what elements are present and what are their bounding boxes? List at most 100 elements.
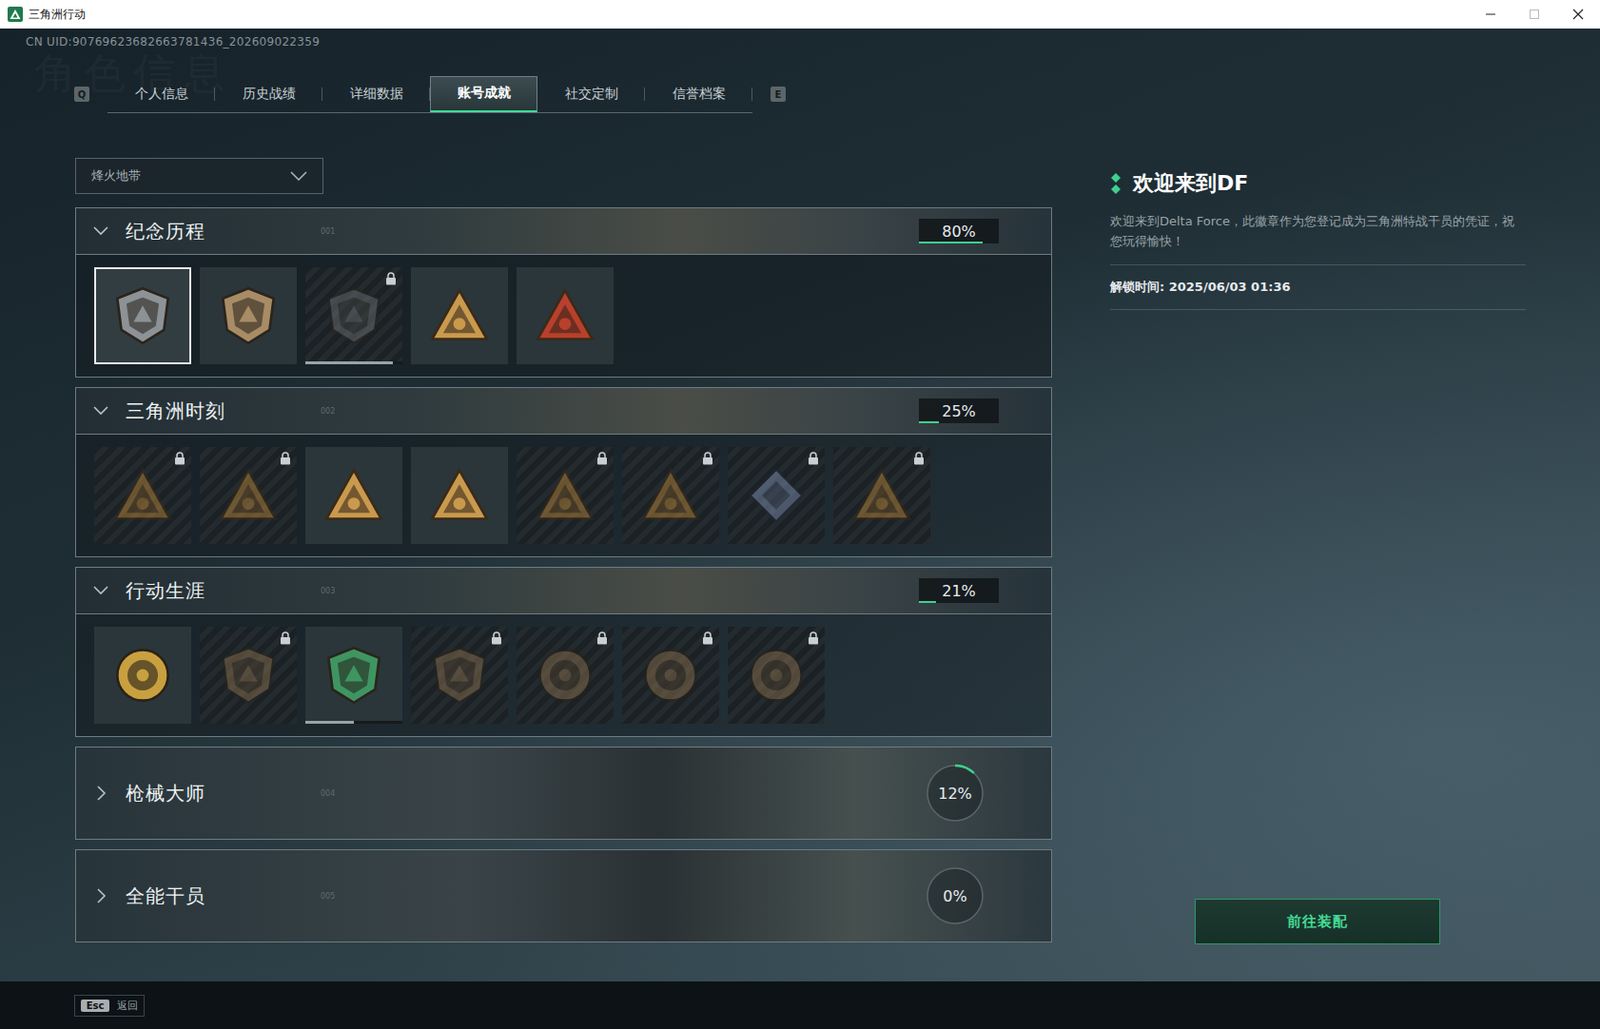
chevron-down-icon [93,585,109,596]
badge-icon [534,285,596,347]
badge-progress-bar [305,721,403,724]
maximize-icon [1528,8,1541,20]
lock-icon [807,451,820,466]
badge-icon [534,644,596,706]
tab[interactable]: 历史战绩 [214,76,323,113]
badge-tile[interactable] [727,447,825,545]
badge-grid [76,613,1052,737]
badge-icon [429,285,490,347]
section-header[interactable]: 行动生涯 003 21% [76,567,1052,614]
completion-percent: 21% [918,578,999,604]
badge-icon [534,465,596,527]
badge-tile[interactable] [622,626,720,724]
badge-tile[interactable] [94,626,192,724]
badge-tile[interactable] [305,447,403,545]
badge-icon [217,285,279,347]
section-header[interactable]: 纪念历程 001 80% [76,208,1052,254]
section-index: 003 [320,586,335,596]
next-tab-key[interactable]: E [770,86,786,102]
badge-icon [745,465,807,527]
section-index: 004 [320,789,335,799]
badge-icon [745,644,807,706]
badge-tile[interactable] [516,447,614,545]
completion-percent: 25% [918,398,999,424]
section-header[interactable]: 枪械大师 004 12% [76,747,1052,840]
badge-tile[interactable] [727,626,825,724]
badge-tile[interactable] [410,267,508,365]
minimize-button[interactable] [1468,0,1513,29]
separator [1110,309,1526,311]
maximize-button[interactable] [1512,0,1557,29]
lock-icon [702,451,714,466]
tab[interactable]: 详细数据 [322,76,430,113]
achievement-section: 行动生涯 003 21% [75,566,1053,738]
badge-tile[interactable] [199,447,297,545]
percent-text: 25% [941,402,976,421]
section-index: 002 [320,407,335,416]
percent-fill [918,241,983,244]
badge-icon [429,465,490,527]
tab[interactable]: 个人信息 [107,76,215,113]
tab[interactable]: 账号成就 [429,76,538,113]
badge-detail-panel: 欢迎来到DF 欢迎来到Delta Force，此徽章作为您登记成为三角洲特战干员… [1110,157,1526,945]
close-button[interactable] [1556,0,1600,29]
unlock-time: 解锁时间: 2025/06/03 01:36 [1110,278,1526,296]
badge-icon [851,465,913,527]
badge-tile[interactable] [305,267,403,365]
tab[interactable]: 信誉档案 [644,76,753,113]
percent-fill [918,601,937,604]
tab[interactable]: 社交定制 [537,76,645,113]
section-header[interactable]: 三角洲时刻 002 25% [76,388,1052,434]
badge-tile[interactable] [410,626,508,724]
badge-grid [76,253,1052,377]
badge-tile[interactable] [833,447,931,545]
window-title: 三角洲行动 [28,6,86,23]
badge-tile[interactable] [516,267,614,365]
back-button[interactable]: Esc 返回 [74,995,145,1017]
percent-text: 12% [937,784,973,803]
equip-button[interactable]: 前往装配 [1194,898,1441,945]
chevron-down-icon [93,406,109,416]
section-title: 纪念历程 [125,218,321,245]
lock-icon [913,451,925,466]
badge-icon [112,644,174,706]
footer-bar: Esc 返回 [0,981,1600,1029]
badge-progress-bar [305,361,403,365]
lock-icon [279,631,292,645]
esc-key: Esc [80,999,110,1013]
prev-tab-key[interactable]: Q [74,86,90,102]
lock-icon [385,272,397,286]
percent-text: 0% [942,887,967,906]
section-header[interactable]: 全能干员 005 0% [76,850,1052,942]
percent-fill [918,421,939,424]
badge-icon [323,644,385,706]
lock-icon [174,451,186,466]
badge-tile[interactable] [622,447,720,545]
dropdown-value: 烽火地带 [91,167,141,185]
mode-dropdown[interactable]: 烽火地带 [75,157,324,195]
badge-icon [429,644,490,706]
section-title: 行动生涯 [125,578,321,605]
game-window: 三角洲行动 角色信息 CN UID:90769623682663781436_2… [0,0,1600,1029]
section-title: 三角洲时刻 [125,398,321,425]
section-title: 全能干员 [125,883,321,910]
chevron-down-icon [93,226,109,236]
badge-tile[interactable] [199,626,297,724]
badge-tile[interactable] [94,267,192,365]
diamond-marker-icon [1110,173,1122,195]
section-index: 001 [320,227,335,236]
lock-icon [490,631,503,645]
badge-tile[interactable] [199,267,297,365]
badge-tile[interactable] [305,626,403,724]
badge-tile[interactable] [94,447,192,545]
badge-tile[interactable] [410,447,508,545]
achievements-screen: 角色信息 CN UID:90769623682663781436_2026090… [0,28,1600,982]
lock-icon [807,631,820,645]
percent-text: 80% [941,222,976,241]
page-watermark: 角色信息 [34,45,233,102]
badge-tile[interactable] [516,626,614,724]
lock-icon [702,631,714,645]
completion-ring: 0% [925,866,985,926]
badge-icon [323,465,385,527]
badge-grid [76,433,1052,557]
